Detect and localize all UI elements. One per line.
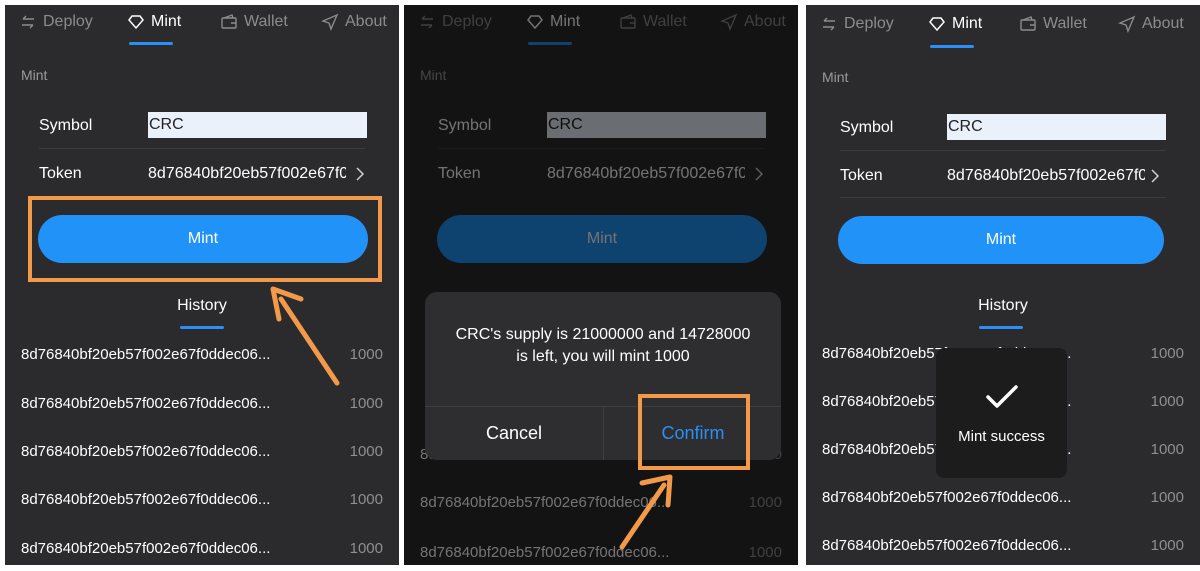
symbol-label: Symbol [840,119,894,136]
section-title: Mint [822,69,849,85]
chevron-right-icon[interactable] [1149,169,1161,183]
history-row[interactable]: 8d76840bf20eb57f002e67f0ddec06...1000 [822,489,1184,506]
symbol-label: Symbol [39,117,93,134]
tab-wallet[interactable]: Wallet [220,13,288,31]
highlight-box [28,196,382,282]
success-toast: Mint success [936,348,1067,478]
check-icon [986,385,1018,408]
tab-about[interactable]: About [321,13,387,31]
token-label: Token [840,167,883,184]
divider [840,150,1166,151]
symbol-input[interactable]: CRC [148,112,367,138]
top-nav: Deploy Mint Wallet About [806,5,1200,51]
history-tab-indicator [180,326,224,329]
divider [840,197,1166,198]
transfer-icon [22,15,34,29]
history-row[interactable]: 8d76840bf20eb57f002e67f0ddec06...1000 [21,491,383,508]
panel-mint-form: Deploy Mint Wallet About Mint Symbol CRC… [5,5,399,565]
panel-mint-success: Deploy Mint Wallet About Mint Symbol CRC… [806,5,1200,565]
chevron-right-icon[interactable] [354,167,366,181]
diamond-icon [128,15,144,30]
divider [39,148,365,149]
tab-mint[interactable]: Mint [127,13,181,31]
tab-wallet[interactable]: Wallet [1019,15,1087,33]
arrow-annotation [270,286,340,386]
history-title[interactable]: History [806,297,1200,315]
symbol-input[interactable]: CRC [947,114,1166,140]
cancel-button[interactable]: Cancel [425,406,603,460]
mint-button[interactable]: Mint [838,216,1164,264]
diamond-icon [929,17,945,32]
arrow-annotation [619,474,673,550]
token-select[interactable]: 8d76840bf20eb57f002e67f0ddec06 [947,167,1145,185]
send-icon [321,13,339,31]
active-tab-indicator [129,42,173,45]
history-row[interactable]: 8d76840bf20eb57f002e67f0ddec06...1000 [822,537,1184,554]
tab-deploy[interactable]: Deploy [19,13,93,31]
section-title: Mint [21,67,48,83]
dialog-message: CRC's supply is 21000000 and 14728000 is… [455,326,751,365]
toast-text: Mint success [958,428,1045,445]
wallet-icon [1020,16,1036,31]
tab-about[interactable]: About [1118,15,1184,33]
top-nav: Deploy Mint Wallet About [5,5,399,51]
history-row[interactable]: 8d76840bf20eb57f002e67f0ddec06...1000 [21,395,383,412]
history-row[interactable]: 8d76840bf20eb57f002e67f0ddec06...1000 [21,443,383,460]
modal-overlay[interactable] [404,5,798,565]
send-icon [1118,15,1136,33]
history-row[interactable]: 8d76840bf20eb57f002e67f0ddec06...1000 [21,540,383,557]
highlight-box [638,394,750,470]
transfer-icon [823,17,835,31]
tab-mint[interactable]: Mint [928,15,982,33]
token-label: Token [39,165,82,182]
tab-deploy[interactable]: Deploy [820,15,894,33]
history-tab-indicator [979,326,1023,329]
token-select[interactable]: 8d76840bf20eb57f002e67f0ddec06 [148,165,346,183]
wallet-icon [221,14,237,29]
active-tab-indicator [930,45,974,48]
panel-confirm-dialog: Deploy Mint Wallet About Mint Symbol CRC… [404,5,798,565]
